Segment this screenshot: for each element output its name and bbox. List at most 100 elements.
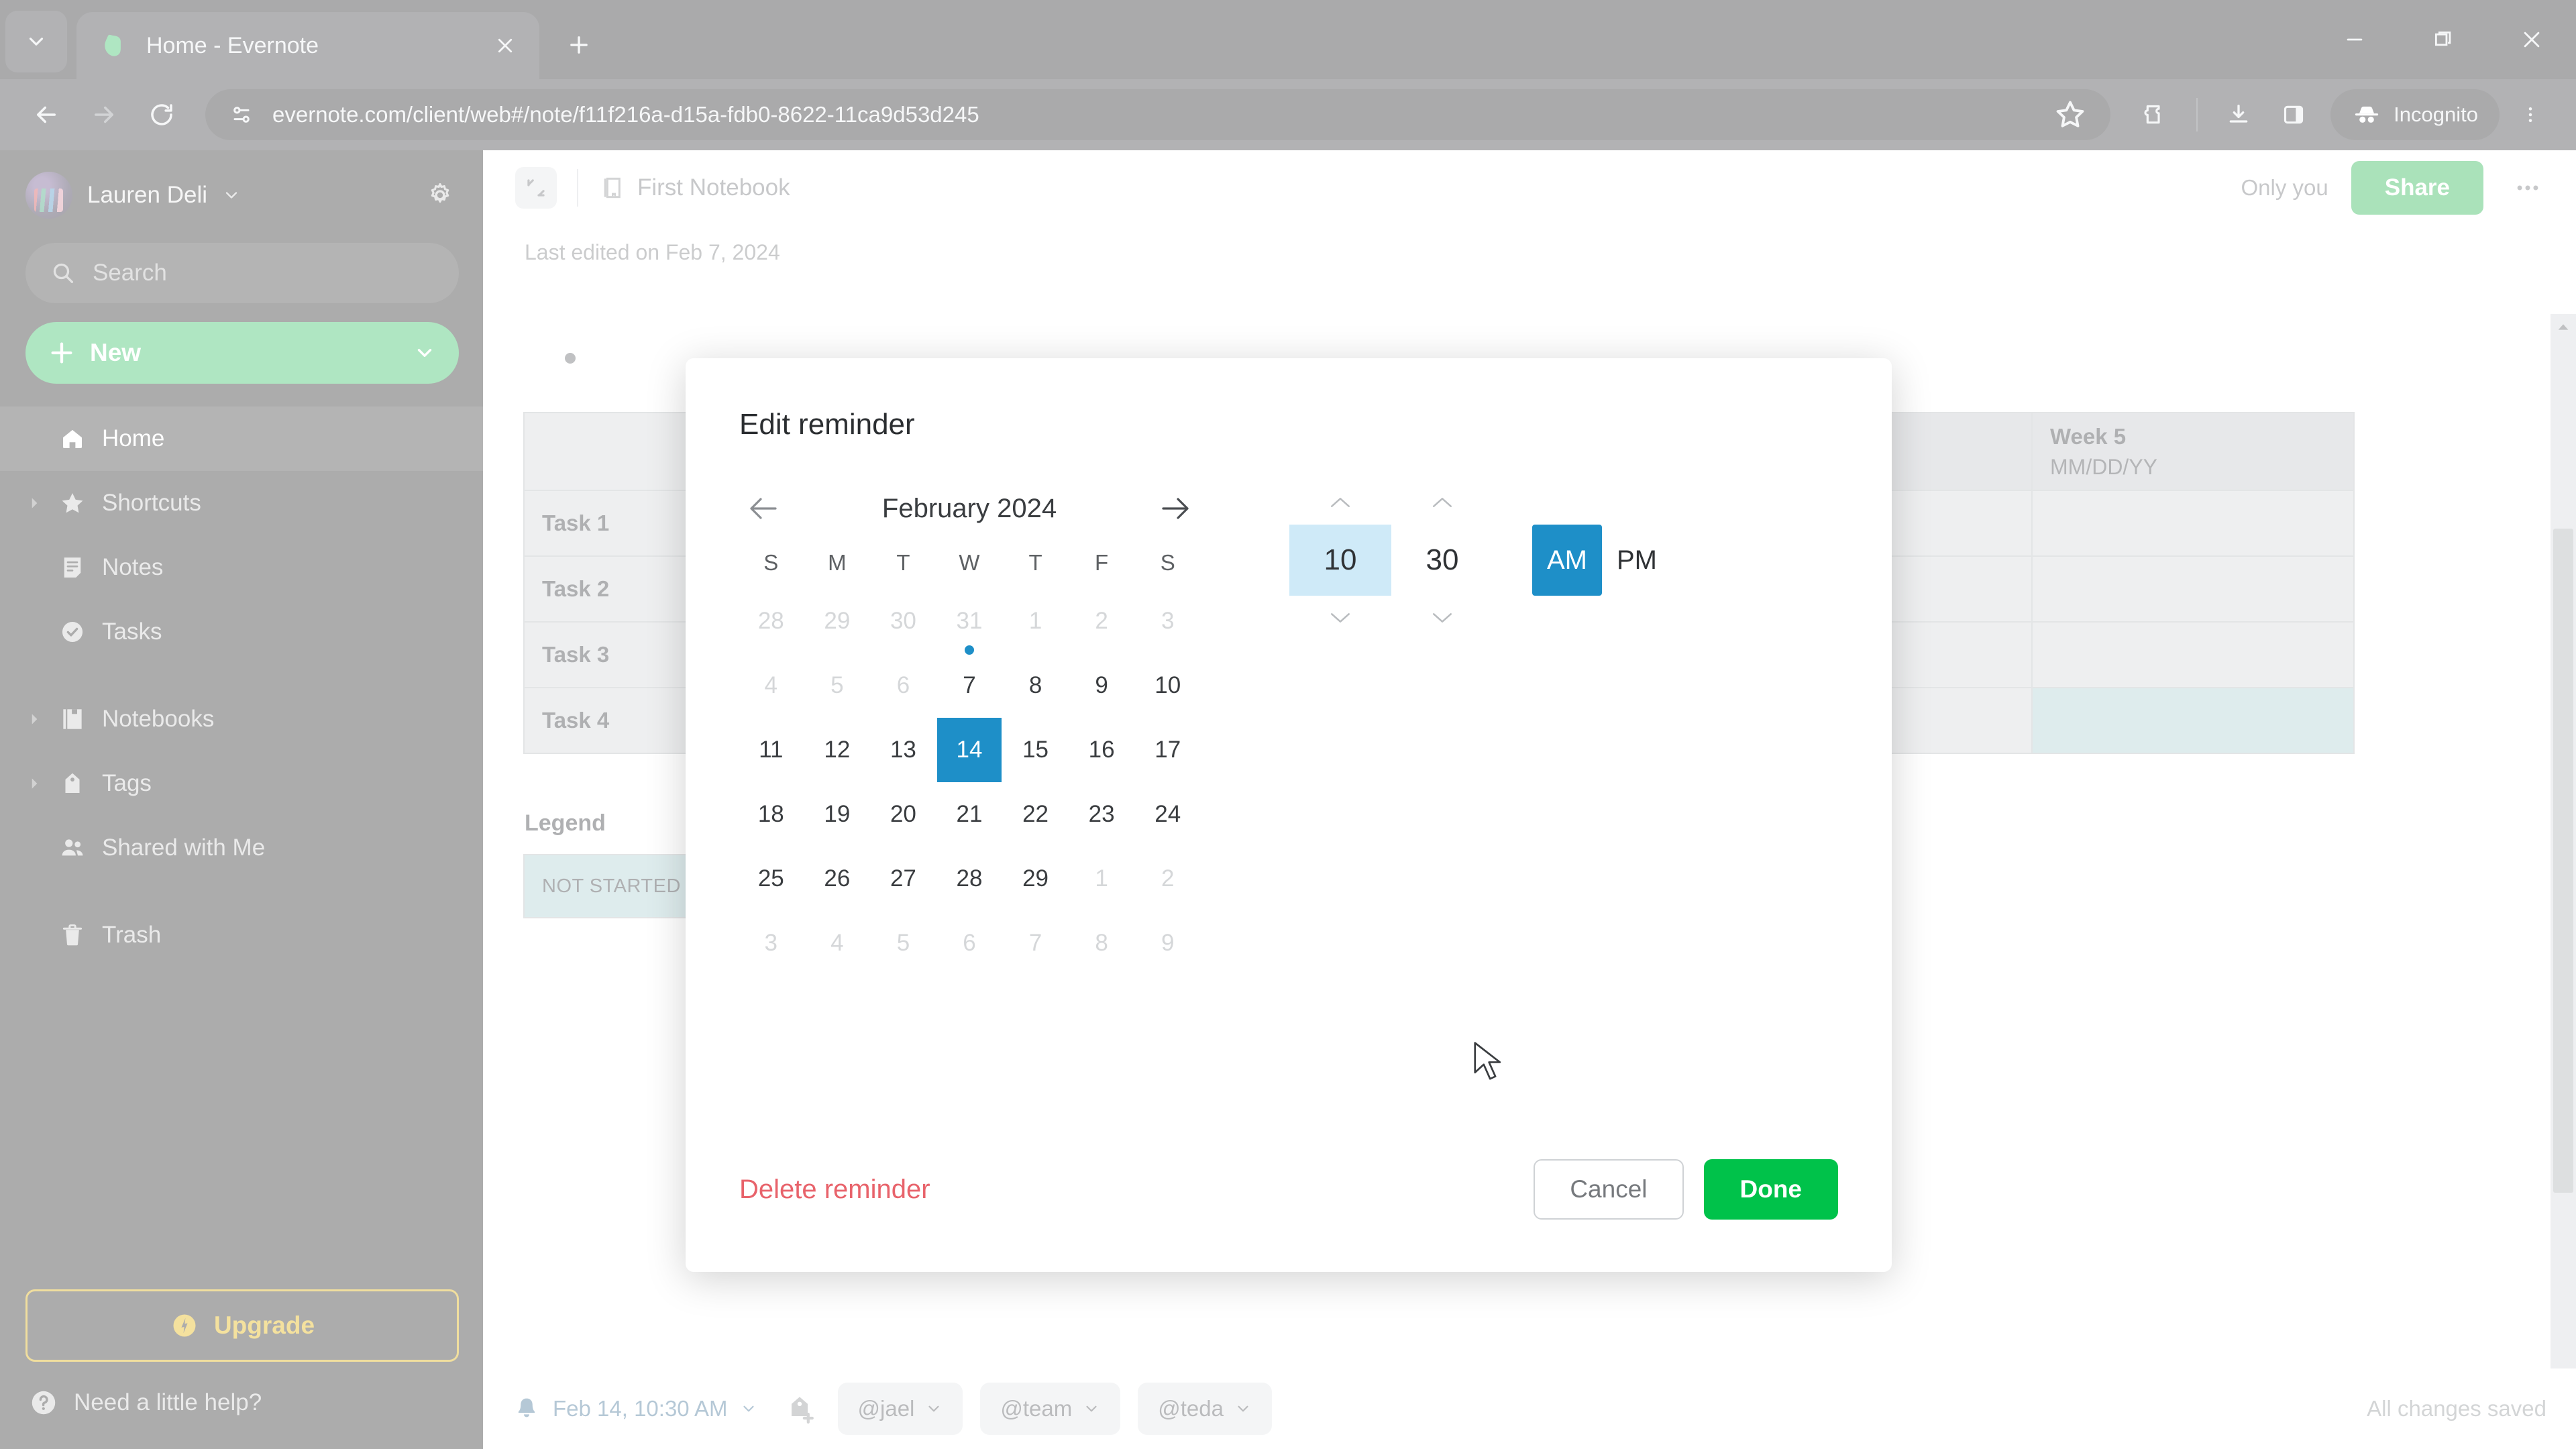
calendar-day[interactable]: 26 xyxy=(804,847,871,911)
time-picker: 10 30 AM PM xyxy=(1201,480,1838,975)
dialog-footer: Delete reminder Cancel Done xyxy=(686,1159,1892,1272)
chevron-down-icon xyxy=(1330,613,1350,623)
hour-value[interactable]: 10 xyxy=(1289,525,1391,596)
calendar-day[interactable]: 31 xyxy=(936,589,1003,653)
calendar-day[interactable]: 6 xyxy=(936,911,1003,975)
calendar-day-label: 15 xyxy=(1022,737,1049,763)
calendar-day-label: 18 xyxy=(757,801,784,827)
calendar-day-label: 9 xyxy=(1095,672,1108,698)
calendar-day[interactable]: 28 xyxy=(738,589,804,653)
calendar-day-label: 22 xyxy=(1022,801,1049,827)
calendar-day-label: 21 xyxy=(956,801,983,827)
calendar-day[interactable]: 23 xyxy=(1069,782,1135,847)
calendar-day-label: 7 xyxy=(963,672,976,698)
calendar-day[interactable]: 1 xyxy=(1002,589,1069,653)
calendar-day[interactable]: 19 xyxy=(804,782,871,847)
calendar-day-label: 6 xyxy=(963,930,976,956)
calendar-day[interactable]: 10 xyxy=(1134,653,1201,718)
calendar-day-label: 25 xyxy=(757,865,784,892)
meridiem-toggle: AM PM xyxy=(1532,525,1672,596)
calendar-week-row: 25 26 27 28 29 1 2 xyxy=(738,847,1201,911)
calendar-day-label: 27 xyxy=(890,865,916,892)
calendar-day-label: 19 xyxy=(824,801,851,827)
calendar-day[interactable]: 30 xyxy=(870,589,936,653)
dow-label: T xyxy=(1028,550,1042,575)
calendar-day-label: 28 xyxy=(956,865,983,892)
calendar-week-row: 28 29 30 31 1 2 3 xyxy=(738,589,1201,653)
chevron-up-icon xyxy=(1432,498,1452,507)
calendar-day-label: 24 xyxy=(1155,801,1181,827)
browser-window: Home - Evernote xyxy=(0,0,2576,1449)
calendar-day[interactable]: 18 xyxy=(738,782,804,847)
right-arrow-icon xyxy=(1162,498,1189,519)
time-row: 10 30 AM PM xyxy=(1289,480,1838,640)
calendar-day-label: 2 xyxy=(1161,865,1175,892)
next-month-button[interactable] xyxy=(1150,483,1201,534)
calendar-day[interactable]: 12 xyxy=(804,718,871,782)
calendar-day[interactable]: 1 xyxy=(1069,847,1135,911)
calendar-day[interactable]: 6 xyxy=(870,653,936,718)
datetime-picker: February 2024 S M T W T F S 28 29 30 31 1 2 3 4… xyxy=(686,441,1892,975)
calendar-day[interactable]: 8 xyxy=(1069,911,1135,975)
calendar-day-label: 23 xyxy=(1088,801,1115,827)
calendar-day[interactable]: 7 xyxy=(1002,911,1069,975)
calendar-day[interactable]: 28 xyxy=(936,847,1003,911)
calendar-day-label: 5 xyxy=(830,672,844,698)
calendar-day[interactable]: 13 xyxy=(870,718,936,782)
calendar-day[interactable]: 4 xyxy=(738,653,804,718)
calendar-day-label: 8 xyxy=(1028,672,1042,698)
minute-increment-button[interactable] xyxy=(1391,480,1493,525)
calendar-day[interactable]: 15 xyxy=(1002,718,1069,782)
calendar-week-row: 4 5 6 7 8 9 10 xyxy=(738,645,1201,718)
calendar-day[interactable]: 20 xyxy=(870,782,936,847)
calendar-day[interactable]: 4 xyxy=(804,911,871,975)
hour-decrement-button[interactable] xyxy=(1289,596,1391,640)
calendar-day[interactable]: 22 xyxy=(1002,782,1069,847)
dow-label: M xyxy=(828,550,847,575)
calendar-day[interactable]: 5 xyxy=(870,911,936,975)
calendar: February 2024 S M T W T F S 28 29 30 31 1 2 3 4… xyxy=(738,480,1201,975)
hour-increment-button[interactable] xyxy=(1289,480,1391,525)
dialog-title: Edit reminder xyxy=(739,408,915,441)
dow-label: T xyxy=(896,550,910,575)
calendar-day-label: 13 xyxy=(890,737,916,763)
calendar-day[interactable]: 3 xyxy=(1134,589,1201,653)
pm-button[interactable]: PM xyxy=(1602,525,1672,596)
calendar-day-label: 28 xyxy=(757,608,784,634)
calendar-day-selected[interactable]: 14 xyxy=(936,718,1003,782)
calendar-day[interactable]: 29 xyxy=(804,589,871,653)
cancel-button[interactable]: Cancel xyxy=(1534,1159,1684,1220)
calendar-day[interactable]: 25 xyxy=(738,847,804,911)
dow-label: S xyxy=(1160,550,1175,575)
calendar-day[interactable]: 9 xyxy=(1134,911,1201,975)
calendar-day[interactable]: 9 xyxy=(1069,653,1135,718)
calendar-day[interactable]: 24 xyxy=(1134,782,1201,847)
calendar-day-label: 3 xyxy=(764,930,778,956)
edit-reminder-dialog: Edit reminder February 2024 S M T W T F … xyxy=(686,358,1892,1272)
previous-month-button[interactable] xyxy=(738,483,789,534)
am-button[interactable]: AM xyxy=(1532,525,1602,596)
chevron-down-icon xyxy=(1432,613,1452,623)
calendar-day[interactable]: 2 xyxy=(1134,847,1201,911)
done-button[interactable]: Done xyxy=(1703,1159,1838,1220)
calendar-day[interactable]: 17 xyxy=(1134,718,1201,782)
calendar-day[interactable]: 2 xyxy=(1069,589,1135,653)
calendar-day[interactable]: 27 xyxy=(870,847,936,911)
calendar-day[interactable]: 11 xyxy=(738,718,804,782)
minute-value[interactable]: 30 xyxy=(1391,525,1493,596)
calendar-day[interactable]: 8 xyxy=(1002,653,1069,718)
calendar-day-label: 16 xyxy=(1088,737,1115,763)
calendar-day[interactable]: 3 xyxy=(738,911,804,975)
calendar-day-label: 7 xyxy=(1028,930,1042,956)
minute-decrement-button[interactable] xyxy=(1391,596,1493,640)
delete-reminder-link[interactable]: Delete reminder xyxy=(739,1175,930,1205)
calendar-day[interactable]: 16 xyxy=(1069,718,1135,782)
calendar-day[interactable]: 29 xyxy=(1002,847,1069,911)
calendar-day-label: 1 xyxy=(1095,865,1108,892)
calendar-day[interactable]: 7 xyxy=(936,645,1003,718)
calendar-week-row: 11 12 13 14 15 16 17 xyxy=(738,718,1201,782)
calendar-day[interactable]: 5 xyxy=(804,653,871,718)
calendar-day-label: 26 xyxy=(824,865,851,892)
calendar-day[interactable]: 21 xyxy=(936,782,1003,847)
calendar-day-label: 4 xyxy=(830,930,844,956)
